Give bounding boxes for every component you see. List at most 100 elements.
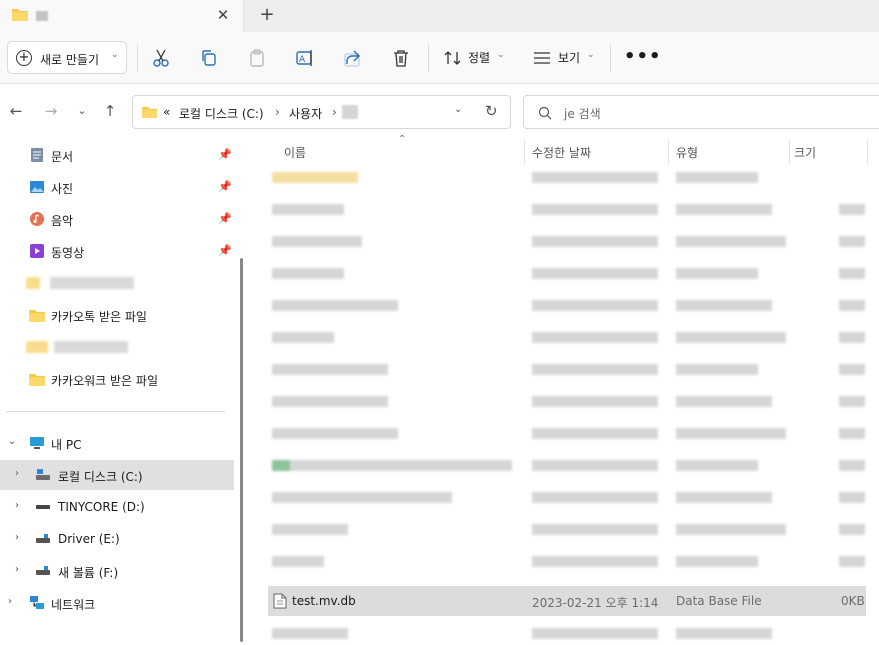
redacted-size <box>839 268 865 279</box>
address-bar[interactable]: « 로컬 디스크 (C:) › 사용자 › ⌄ ↻ <box>132 95 511 129</box>
column-divider[interactable] <box>867 140 868 164</box>
chevron-right-icon[interactable]: › <box>15 532 19 543</box>
file-row-redacted[interactable] <box>268 482 866 512</box>
file-row-redacted[interactable] <box>268 226 866 256</box>
column-divider[interactable] <box>789 140 790 164</box>
new-tab-button[interactable]: + <box>256 4 278 26</box>
sidebar-item-pictures[interactable]: 사진 📌 <box>0 172 234 202</box>
new-button-label: 새로 만들기 <box>40 53 100 67</box>
sidebar-item-label: 내 PC <box>51 438 82 452</box>
file-row-redacted[interactable] <box>268 162 866 192</box>
sidebar-item-kakaotalk[interactable]: 카카오톡 받은 파일 <box>0 300 234 330</box>
chevron-right-icon[interactable]: › <box>8 596 12 607</box>
redacted-size <box>839 236 865 247</box>
copy-icon[interactable] <box>198 47 220 69</box>
breadcrumb-local-disk[interactable]: 로컬 디스크 (C:) <box>179 105 264 122</box>
chevron-right-icon[interactable]: › <box>15 500 19 511</box>
back-button[interactable]: ← <box>5 100 27 122</box>
column-divider[interactable] <box>524 140 525 164</box>
redacted-modified <box>532 396 658 407</box>
redacted-name <box>272 492 452 503</box>
breadcrumb-separator[interactable]: › <box>332 105 337 119</box>
system-drive-icon <box>36 469 50 480</box>
divider <box>137 44 138 72</box>
column-header-name[interactable]: 이름 <box>284 144 306 161</box>
redacted-name <box>272 268 344 279</box>
tab-current-folder[interactable]: ✕ <box>0 0 244 32</box>
view-button[interactable]: 보기 <box>558 49 580 66</box>
sidebar-item-videos[interactable]: 동영상 📌 <box>0 236 234 266</box>
more-options-button[interactable]: ••• <box>624 46 662 67</box>
redacted-modified <box>532 492 658 503</box>
breadcrumb-overflow[interactable]: « <box>163 105 170 119</box>
column-header-modified[interactable]: 수정한 날짜 <box>532 144 591 161</box>
sidebar-item-drive-f[interactable]: › 새 볼륨 (F:) <box>0 556 234 586</box>
sidebar-scrollbar[interactable] <box>240 258 243 642</box>
sort-button[interactable]: 정렬 <box>468 49 490 66</box>
delete-icon[interactable] <box>390 47 412 69</box>
cut-icon[interactable] <box>150 47 172 69</box>
column-header-type[interactable]: 유형 <box>676 144 698 161</box>
file-row-redacted[interactable] <box>268 194 866 224</box>
sidebar-item-music[interactable]: 음악 📌 <box>0 204 234 234</box>
file-row-redacted[interactable] <box>268 546 866 576</box>
folder-icon <box>26 277 40 289</box>
paste-icon[interactable] <box>246 47 268 69</box>
redacted-name <box>272 556 324 567</box>
sidebar-item-drive-e[interactable]: › Driver (E:) <box>0 524 234 554</box>
redacted-name <box>272 364 388 375</box>
chevron-right-icon[interactable]: › <box>15 468 19 479</box>
file-row-redacted[interactable] <box>268 290 866 320</box>
up-button[interactable]: ↑ <box>99 100 121 122</box>
redacted-name <box>272 524 348 535</box>
column-header-size[interactable]: 크기 <box>794 144 816 161</box>
sort-icon[interactable] <box>442 47 464 69</box>
redacted-type <box>676 300 772 311</box>
chevron-right-icon[interactable]: › <box>15 564 19 575</box>
breadcrumb-users[interactable]: 사용자 <box>289 105 322 122</box>
chevron-down-icon[interactable]: ⌄ <box>454 104 462 115</box>
folder-icon <box>142 106 157 118</box>
file-row-redacted[interactable] <box>268 258 866 288</box>
sidebar-item-kakaowork[interactable]: 카카오워크 받은 파일 <box>0 364 234 394</box>
sidebar-item-this-pc[interactable]: ⌄ 내 PC <box>0 428 234 458</box>
usb-drive-icon <box>36 534 50 543</box>
breadcrumb-user-redacted[interactable] <box>342 105 358 119</box>
redacted-modified <box>532 172 658 183</box>
file-row-redacted[interactable] <box>268 418 866 448</box>
folder-icon <box>29 310 45 322</box>
chevron-down-icon[interactable]: ⌄ <box>8 436 16 447</box>
file-row-redacted[interactable] <box>268 450 866 480</box>
file-row-selected[interactable]: test.mv.db 2023-02-21 오후 1:14 Data Base … <box>268 586 866 616</box>
file-row-redacted[interactable] <box>268 514 866 544</box>
sidebar-item-network[interactable]: › 네트워크 <box>0 588 234 618</box>
file-row-redacted[interactable] <box>268 386 866 416</box>
new-button[interactable]: + 새로 만들기 ⌄ <box>7 41 127 74</box>
search-input[interactable]: je 검색 <box>564 105 601 122</box>
breadcrumb-separator[interactable]: › <box>275 105 280 119</box>
sidebar-item-redacted[interactable] <box>0 268 234 298</box>
file-row-redacted[interactable] <box>268 322 866 352</box>
sidebar-item-redacted[interactable] <box>0 332 234 362</box>
sidebar-item-label: 새 볼륨 (F:) <box>58 566 119 580</box>
column-divider[interactable] <box>668 140 669 164</box>
recent-locations-button[interactable]: ⌄ <box>71 100 93 122</box>
redacted-type <box>676 524 786 535</box>
forward-button[interactable]: → <box>40 100 62 122</box>
sidebar-item-drive-d[interactable]: › TINYCORE (D:) <box>0 492 234 522</box>
sidebar-item-drive-c[interactable]: › 로컬 디스크 (C:) <box>0 460 234 490</box>
rename-icon[interactable]: A <box>294 47 316 69</box>
search-box[interactable]: je 검색 <box>523 95 879 129</box>
redacted-label <box>54 341 128 353</box>
share-icon[interactable] <box>342 47 364 69</box>
view-icon[interactable] <box>531 47 553 69</box>
file-row-redacted[interactable] <box>268 618 866 645</box>
file-modified: 2023-02-21 오후 1:14 <box>532 596 659 610</box>
tab-bar: ✕ + <box>0 0 879 32</box>
file-row-redacted[interactable] <box>268 354 866 384</box>
refresh-icon[interactable]: ↻ <box>485 102 498 120</box>
close-tab-button[interactable]: ✕ <box>212 4 234 26</box>
sort-ascending-icon: ⌃ <box>398 134 407 145</box>
redacted-size <box>839 364 865 375</box>
sidebar-item-documents[interactable]: 문서 📌 <box>0 140 234 170</box>
